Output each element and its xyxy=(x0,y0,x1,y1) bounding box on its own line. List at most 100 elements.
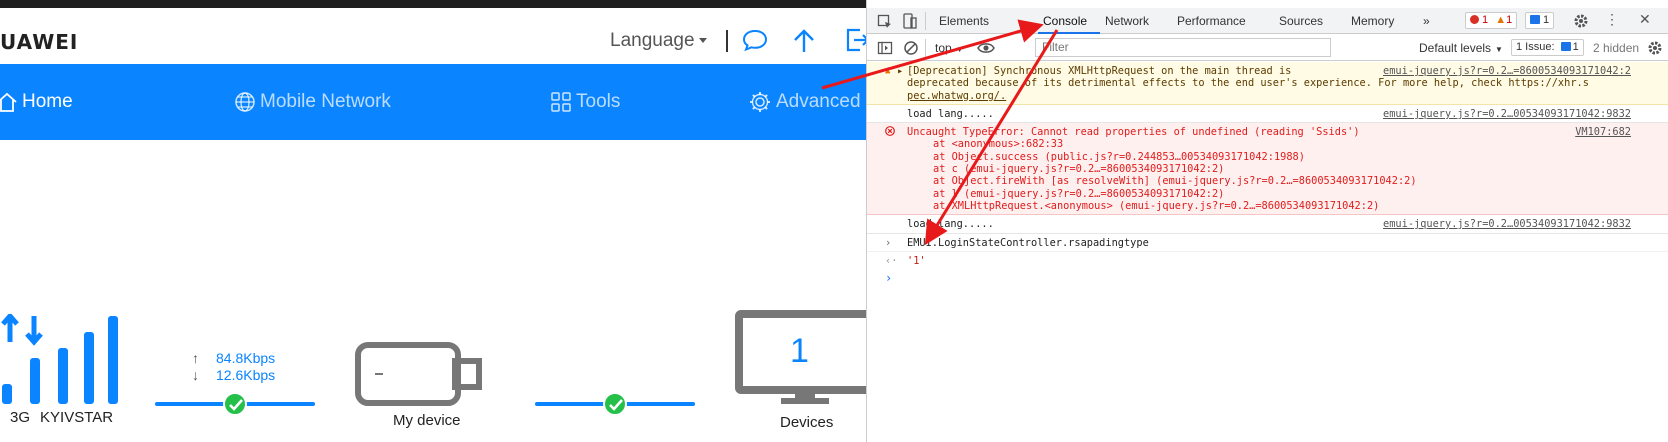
stack-trace-line[interactable]: at Object.success (public.js?r=0.244853…… xyxy=(907,151,1668,163)
console-result: ‹· '1' xyxy=(867,252,1668,269)
more-tabs-button[interactable]: » xyxy=(1423,14,1430,28)
main-nav: Home Mobile Network Tools Advanced xyxy=(0,64,866,140)
error-circle-icon xyxy=(885,126,895,139)
tab-performance[interactable]: Performance xyxy=(1177,14,1246,28)
header-divider xyxy=(726,30,728,52)
upload-arrow-icon: ↑ xyxy=(192,350,199,366)
screen: UAWEI Language Home Mobile Network Tools xyxy=(0,0,1668,442)
settings-gear-icon[interactable] xyxy=(1573,13,1589,29)
network-type: 3G xyxy=(10,409,31,426)
filter-input[interactable]: Filter xyxy=(1035,38,1331,57)
network-info: 3G KYIVSTAR xyxy=(10,409,123,426)
eye-icon[interactable] xyxy=(977,41,995,55)
logout-icon[interactable] xyxy=(845,28,866,52)
download-speed: 12.6Kbps xyxy=(216,367,276,383)
sidebar-toggle-icon[interactable] xyxy=(877,40,893,56)
language-dropdown[interactable]: Language xyxy=(610,30,707,52)
prompt-chevron-icon: › xyxy=(885,271,893,286)
log-source-link[interactable]: emui-jquery.js?r=0.2…00534093171042:9832 xyxy=(1383,108,1631,120)
result-text: '1' xyxy=(907,254,926,267)
console-toolbar: top ▼ Filter Default levels ▼ 1 Issue: 1 2… xyxy=(867,35,1668,61)
console-settings-gear-icon[interactable] xyxy=(1647,40,1663,56)
message-count: 1 xyxy=(1543,14,1550,26)
tab-divider xyxy=(925,12,926,30)
active-tab-indicator xyxy=(1038,32,1100,34)
devtools-tabbar: Elements Console Network Performance Sou… xyxy=(867,8,1668,34)
nav-advanced-label: Advanced xyxy=(776,91,861,112)
close-icon[interactable]: ✕ xyxy=(1639,11,1651,28)
usb-modem-icon[interactable] xyxy=(355,342,495,406)
log-levels-label: Default levels xyxy=(1419,41,1492,55)
brand-logo: UAWEI xyxy=(0,30,79,54)
stack-trace-line[interactable]: at l (emui-jquery.js?r=0.2…=860053409317… xyxy=(907,188,1668,200)
log-levels-dropdown[interactable]: Default levels ▼ xyxy=(1419,41,1503,55)
nav-tools-label: Tools xyxy=(576,91,621,112)
inspect-element-icon[interactable] xyxy=(877,14,893,30)
stack-trace-line[interactable]: at Object.fireWith [as resolveWith] (emu… xyxy=(907,175,1668,187)
tab-network[interactable]: Network xyxy=(1105,14,1149,28)
home-icon xyxy=(0,92,17,112)
warning-text-3: pec.whatwg.org/. xyxy=(907,89,1007,102)
nav-mobile-network[interactable]: Mobile Network xyxy=(234,64,391,140)
console-log[interactable]: load lang..... emui-jquery.js?r=0.2…0053… xyxy=(867,105,1668,124)
devices-label: Devices xyxy=(780,414,834,431)
stack-trace-line[interactable]: at c (emui-jquery.js?r=0.2…=860053409317… xyxy=(907,163,1668,175)
router-header: UAWEI Language xyxy=(0,8,866,64)
error-circle-icon xyxy=(1470,15,1479,24)
chevron-down-icon: ▼ xyxy=(955,45,964,54)
console-prompt[interactable]: › xyxy=(867,269,1668,285)
warning-source-link[interactable]: emui-jquery.js?r=0.2…=8600534093171042:2 xyxy=(1383,65,1631,77)
context-selector[interactable]: top ▼ xyxy=(935,41,964,55)
result-arrow-icon: ‹· xyxy=(885,254,898,267)
console-error[interactable]: Uncaught TypeError: Cannot read properti… xyxy=(867,123,1668,216)
issue-message-icon xyxy=(1560,42,1571,51)
download-arrow-icon: ↓ xyxy=(192,367,199,383)
globe-icon xyxy=(235,92,255,112)
stack-trace-line[interactable]: at XMLHttpRequest.<anonymous> (emui-jque… xyxy=(907,200,1668,212)
tab-memory[interactable]: Memory xyxy=(1351,14,1394,28)
console-log[interactable]: load lang..... emui-jquery.js?r=0.2…0053… xyxy=(867,215,1668,234)
language-label: Language xyxy=(610,30,695,51)
nav-home-label: Home xyxy=(22,91,73,112)
upload-speed: 84.8Kbps xyxy=(216,350,276,366)
warning-text-2: deprecated because of its detrimental ef… xyxy=(907,77,1589,90)
nav-mobile-network-label: Mobile Network xyxy=(260,91,391,112)
nav-advanced[interactable]: Advanced xyxy=(748,64,861,140)
console-input-echo: › EMUI.LoginStateController.rsapadingtyp… xyxy=(867,234,1668,252)
warning-triangle-icon: ▲ xyxy=(1495,14,1507,26)
messages-badge[interactable]: 1 xyxy=(1525,12,1555,29)
router-web-page: UAWEI Language Home Mobile Network Tools xyxy=(0,8,866,442)
tab-sources[interactable]: Sources xyxy=(1279,14,1323,28)
upload-arrow-icon[interactable] xyxy=(792,28,816,54)
chevron-down-icon xyxy=(698,38,707,44)
message-icon xyxy=(1530,15,1540,24)
clear-console-icon[interactable] xyxy=(903,40,919,56)
tab-console[interactable]: Console xyxy=(1043,14,1087,28)
stack-trace-line: at <anonymous>:682:33 xyxy=(933,138,1064,151)
error-text: Uncaught TypeError: Cannot read properti… xyxy=(907,126,1360,139)
nav-home[interactable]: Home xyxy=(0,64,73,140)
filter-placeholder: Filter xyxy=(1042,40,1069,54)
check-icon xyxy=(603,392,627,416)
device-toolbar-icon[interactable] xyxy=(902,13,918,30)
error-count-badge[interactable]: 1 ▲1 xyxy=(1465,12,1518,29)
console-warning[interactable]: ▲ ▸ [Deprecation] Synchronous XMLHttpReq… xyxy=(867,62,1668,105)
tab-elements[interactable]: Elements xyxy=(939,14,989,28)
operator-name: KYIVSTAR xyxy=(40,409,114,426)
issues-badge[interactable]: 1 Issue: 1 xyxy=(1511,39,1584,56)
my-device-label: My device xyxy=(393,412,461,429)
log-source-link[interactable]: emui-jquery.js?r=0.2…00534093171042:9832 xyxy=(1383,218,1631,230)
kebab-menu-icon[interactable]: ⋮ xyxy=(1605,11,1619,28)
input-chevron-icon: › xyxy=(885,236,892,249)
chat-bubble-icon[interactable] xyxy=(742,28,768,52)
nav-tools[interactable]: Tools xyxy=(550,64,620,140)
expand-arrow-icon[interactable]: ▸ xyxy=(897,65,903,77)
error-count: 1 xyxy=(1482,14,1489,26)
toolbar-divider xyxy=(925,39,926,57)
issues-count: 1 xyxy=(1572,41,1579,53)
chevron-down-icon: ▼ xyxy=(1495,45,1503,54)
speed-readout: ↑ 84.8Kbps ↓ 12.6Kbps xyxy=(192,350,275,384)
tools-grid-icon xyxy=(551,92,571,112)
error-source-link[interactable]: VM107:682 xyxy=(1575,126,1631,138)
signal-strength-icon xyxy=(1,314,118,404)
